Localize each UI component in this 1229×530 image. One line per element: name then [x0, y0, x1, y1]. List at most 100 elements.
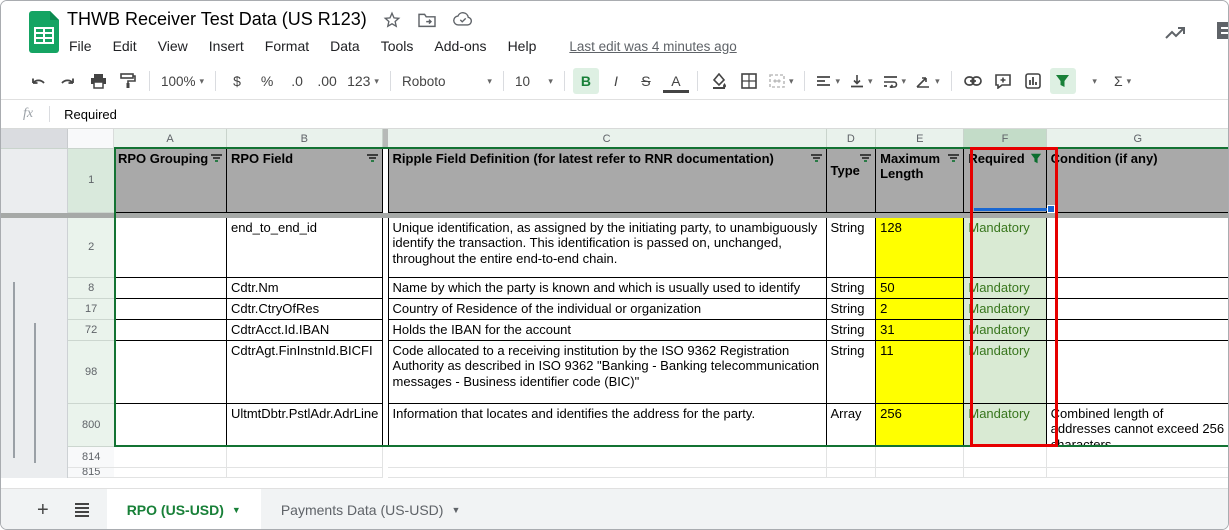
- vertical-align-button[interactable]: [847, 68, 876, 94]
- cell-rpo-field[interactable]: CdtrAgt.FinInstnId.BICFI: [226, 341, 383, 404]
- cell-definition[interactable]: Information that locates and identifies …: [387, 404, 827, 447]
- menu-help[interactable]: Help: [508, 38, 537, 54]
- horizontal-align-button[interactable]: [813, 68, 843, 94]
- cell-max-length[interactable]: 256: [876, 404, 965, 447]
- filter-active-icon[interactable]: [1030, 153, 1042, 164]
- cell-condition[interactable]: [1046, 320, 1228, 341]
- undo-button[interactable]: [25, 68, 51, 94]
- strikethrough-button[interactable]: S: [633, 68, 659, 94]
- filter-icon[interactable]: [366, 153, 378, 163]
- borders-button[interactable]: [736, 68, 762, 94]
- cell-max-length[interactable]: 31: [876, 320, 965, 341]
- cell-max-length[interactable]: 128: [876, 218, 965, 278]
- empty-cell[interactable]: [1046, 468, 1228, 478]
- cell-rpo-grouping[interactable]: [113, 299, 227, 320]
- cell-type[interactable]: Array: [826, 404, 877, 447]
- insert-link-button[interactable]: [960, 68, 986, 94]
- tab-rpo-us-usd[interactable]: RPO (US-USD) ▼: [106, 489, 261, 529]
- move-to-folder-icon[interactable]: [417, 12, 437, 28]
- text-wrap-button[interactable]: [880, 68, 910, 94]
- cell-required[interactable]: Mandatory: [964, 218, 1047, 278]
- filter-icon[interactable]: [948, 153, 960, 163]
- cell-required[interactable]: Mandatory: [964, 404, 1047, 447]
- cell-type[interactable]: String: [826, 278, 877, 299]
- column-header-c[interactable]: C: [387, 129, 827, 149]
- row-number[interactable]: 2: [68, 218, 114, 278]
- cell-type[interactable]: String: [826, 320, 877, 341]
- empty-cell[interactable]: [964, 447, 1047, 468]
- cell-rpo-field[interactable]: end_to_end_id: [226, 218, 383, 278]
- empty-cell[interactable]: [826, 447, 877, 468]
- header-rpo-field[interactable]: RPO Field: [226, 149, 383, 213]
- column-header-a[interactable]: A: [114, 129, 227, 149]
- formula-input[interactable]: Required: [64, 107, 117, 122]
- format-currency-button[interactable]: $: [224, 68, 250, 94]
- last-edit-link[interactable]: Last edit was 4 minutes ago: [569, 39, 736, 54]
- empty-cell[interactable]: [387, 447, 827, 468]
- empty-cell[interactable]: [964, 468, 1047, 478]
- cell-rpo-grouping[interactable]: [113, 404, 227, 447]
- filter-icon[interactable]: [210, 153, 222, 163]
- cell-max-length[interactable]: 2: [876, 299, 965, 320]
- row-number[interactable]: 800: [68, 404, 114, 447]
- decrease-decimal-button[interactable]: .0: [284, 68, 310, 94]
- column-header-e[interactable]: E: [876, 129, 965, 149]
- menu-file[interactable]: File: [69, 38, 92, 54]
- menu-tools[interactable]: Tools: [381, 38, 414, 54]
- cell-definition[interactable]: Unique identification, as assigned by th…: [387, 218, 827, 278]
- cell-definition[interactable]: Code allocated to a receiving institutio…: [387, 341, 827, 404]
- comment-history-icon[interactable]: [1214, 19, 1228, 52]
- cloud-saved-icon[interactable]: [452, 12, 473, 27]
- header-definition[interactable]: Ripple Field Definition (for latest refe…: [387, 149, 827, 213]
- column-header-f[interactable]: F: [964, 129, 1047, 149]
- cell-rpo-grouping[interactable]: [113, 341, 227, 404]
- row-number[interactable]: 17: [68, 299, 114, 320]
- row-number[interactable]: 1: [68, 149, 114, 213]
- cell-definition[interactable]: Name by which the party is known and whi…: [387, 278, 827, 299]
- cell-rpo-field[interactable]: Cdtr.Nm: [226, 278, 383, 299]
- header-max-length[interactable]: Maximum Length: [876, 149, 965, 213]
- fill-handle[interactable]: [1047, 205, 1055, 213]
- row-group-bracket[interactable]: [34, 323, 36, 463]
- empty-cell[interactable]: [1046, 447, 1228, 468]
- redo-button[interactable]: [55, 68, 81, 94]
- empty-cell[interactable]: [387, 468, 827, 478]
- all-sheets-menu-button[interactable]: [74, 503, 89, 517]
- cell-condition[interactable]: [1046, 218, 1228, 278]
- zoom-select[interactable]: 100%: [158, 68, 207, 94]
- menu-addons[interactable]: Add-ons: [434, 38, 486, 54]
- merge-cells-button[interactable]: [766, 68, 797, 94]
- row-number[interactable]: 814: [68, 447, 114, 468]
- paint-format-button[interactable]: [115, 68, 141, 94]
- row-number[interactable]: 98: [68, 341, 114, 404]
- row-number[interactable]: 8: [68, 278, 114, 299]
- cell-max-length[interactable]: 50: [876, 278, 965, 299]
- text-rotation-button[interactable]: [913, 68, 943, 94]
- filter-views-button[interactable]: [1080, 68, 1106, 94]
- row-group-bracket[interactable]: [13, 282, 15, 458]
- menu-data[interactable]: Data: [330, 38, 360, 54]
- empty-cell[interactable]: [876, 468, 965, 478]
- menu-insert[interactable]: Insert: [209, 38, 244, 54]
- insert-chart-button[interactable]: [1020, 68, 1046, 94]
- column-header-d[interactable]: D: [826, 129, 877, 149]
- document-title[interactable]: THWB Receiver Test Data (US R123): [67, 9, 367, 30]
- header-type[interactable]: Type: [826, 149, 877, 213]
- empty-cell[interactable]: [826, 468, 877, 478]
- cell-rpo-field[interactable]: Cdtr.CtryOfRes: [226, 299, 383, 320]
- create-filter-button[interactable]: [1049, 68, 1076, 94]
- empty-cell[interactable]: [114, 447, 227, 468]
- empty-cell[interactable]: [226, 468, 383, 478]
- italic-button[interactable]: I: [603, 68, 629, 94]
- cell-condition[interactable]: [1046, 278, 1228, 299]
- cell-type[interactable]: String: [826, 341, 877, 404]
- tab-menu-arrow-icon[interactable]: ▼: [232, 505, 241, 515]
- tab-payments-data-us-usd[interactable]: Payments Data (US-USD) ▼: [261, 489, 481, 529]
- explore-trend-icon[interactable]: [1164, 23, 1188, 48]
- font-size-select[interactable]: 10: [512, 68, 556, 94]
- fill-color-button[interactable]: [706, 68, 732, 94]
- cell-type[interactable]: String: [826, 299, 877, 320]
- cell-required[interactable]: Mandatory: [964, 278, 1047, 299]
- menu-edit[interactable]: Edit: [113, 38, 137, 54]
- star-icon[interactable]: [383, 11, 401, 29]
